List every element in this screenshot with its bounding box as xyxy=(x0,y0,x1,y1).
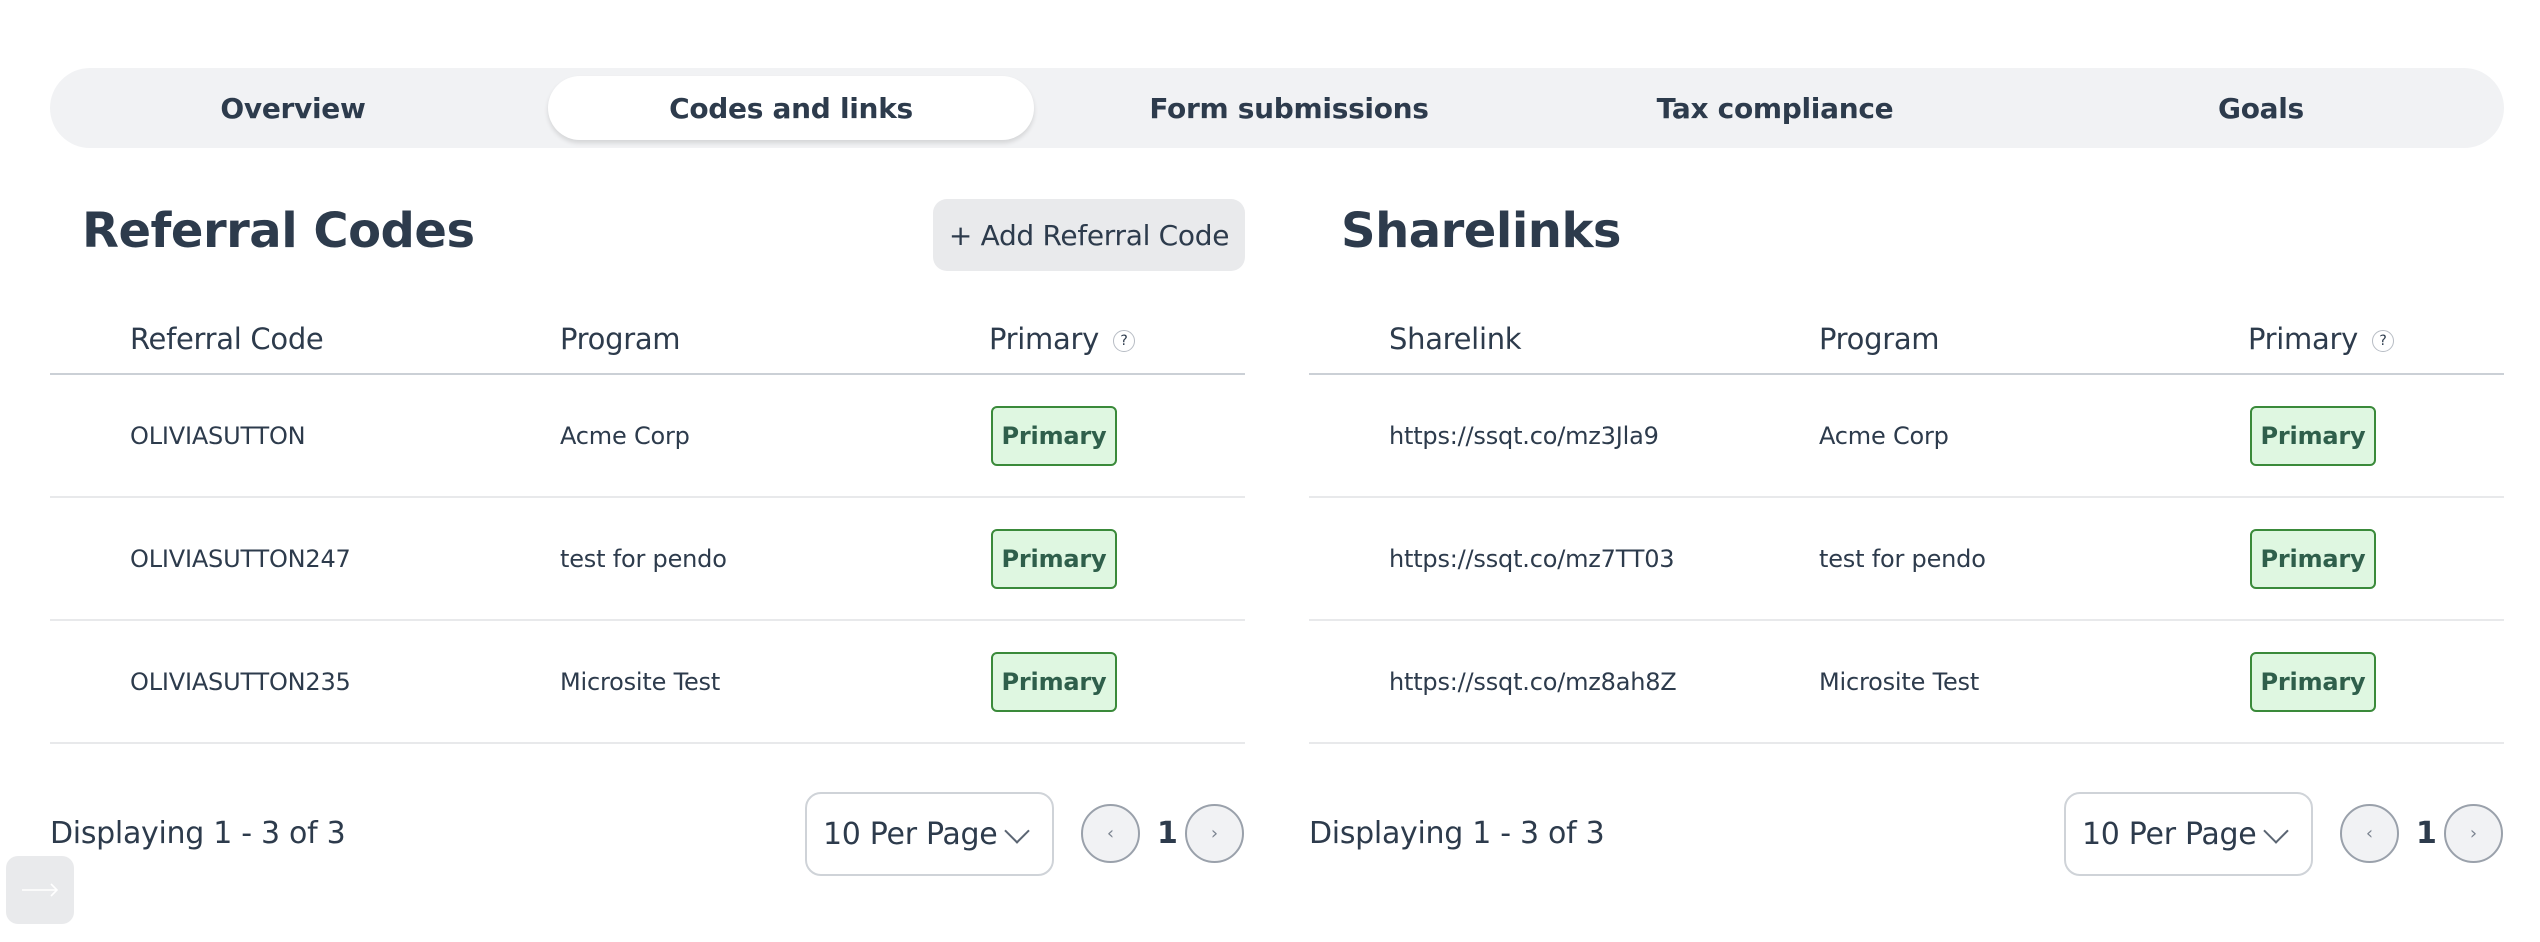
sharelink-cell[interactable]: https://ssqt.co/mz3Jla9 xyxy=(1309,374,1819,498)
displaying-count: Displaying 1 - 3 of 3 xyxy=(50,816,346,851)
sharelinks-panel: Sharelinks Sharelink Program Primary? ht… xyxy=(1309,195,2504,882)
chevron-right-icon: › xyxy=(1210,823,1219,844)
tab-form-submissions[interactable]: Form submissions xyxy=(1046,76,1532,140)
expand-sidebar-button[interactable] xyxy=(6,856,74,924)
column-header-primary: Primary? xyxy=(2248,305,2504,375)
sharelink-cell[interactable]: https://ssqt.co/mz8ah8Z xyxy=(1309,620,1819,744)
next-page-button[interactable]: › xyxy=(1185,804,1244,863)
primary-cell: Primary xyxy=(989,374,1245,498)
arrow-right-icon xyxy=(22,883,59,897)
referral-codes-header: Referral Codes + Add Referral Code xyxy=(50,195,1245,305)
current-page: 1 xyxy=(2416,816,2437,851)
sharelinks-title: Sharelinks xyxy=(1341,203,1621,259)
program-cell: Microsite Test xyxy=(1819,620,2248,744)
primary-cell: Primary xyxy=(989,620,1245,744)
previous-page-button[interactable]: ‹ xyxy=(2340,804,2399,863)
per-page-value: 10 Per Page xyxy=(2082,816,2257,852)
program-cell: test for pendo xyxy=(1819,497,2248,621)
column-header-primary-label: Primary xyxy=(989,322,1099,356)
primary-cell: Primary xyxy=(2248,620,2504,744)
referral-code-cell: OLIVIASUTTON247 xyxy=(50,497,560,621)
tab-codes-and-links[interactable]: Codes and links xyxy=(548,76,1034,140)
sharelinks-table: Sharelink Program Primary? https://ssqt.… xyxy=(1309,305,2504,744)
help-icon[interactable]: ? xyxy=(1112,330,1135,352)
column-header-referral-code: Referral Code xyxy=(50,305,560,375)
column-header-sharelink: Sharelink xyxy=(1309,305,1819,375)
table-row: OLIVIASUTTON247 test for pendo Primary xyxy=(50,497,1245,621)
column-header-program: Program xyxy=(560,305,989,375)
primary-cell: Primary xyxy=(2248,497,2504,621)
pagination-footer: Displaying 1 - 3 of 3 10 Per Page ‹ 1 › xyxy=(1309,792,2504,882)
tab-tax-compliance[interactable]: Tax compliance xyxy=(1532,76,2018,140)
table-row: https://ssqt.co/mz3Jla9 Acme Corp Primar… xyxy=(1309,374,2504,498)
table-row: OLIVIASUTTON235 Microsite Test Primary xyxy=(50,620,1245,744)
help-icon[interactable]: ? xyxy=(2371,330,2394,352)
sharelink-cell[interactable]: https://ssqt.co/mz7TT03 xyxy=(1309,497,1819,621)
primary-badge: Primary xyxy=(991,405,1117,466)
add-referral-code-button[interactable]: + Add Referral Code xyxy=(933,199,1245,271)
referral-code-cell: OLIVIASUTTON235 xyxy=(50,620,560,744)
program-cell: Microsite Test xyxy=(560,620,989,744)
chevron-right-icon: › xyxy=(2469,823,2478,844)
program-cell: test for pendo xyxy=(560,497,989,621)
primary-badge: Primary xyxy=(2250,651,2376,712)
pagination-footer: Displaying 1 - 3 of 3 10 Per Page ‹ 1 › xyxy=(50,792,1245,882)
current-page: 1 xyxy=(1157,816,1178,851)
table-row: https://ssqt.co/mz8ah8Z Microsite Test P… xyxy=(1309,620,2504,744)
primary-cell: Primary xyxy=(2248,374,2504,498)
column-header-primary: Primary? xyxy=(989,305,1245,375)
tab-bar: Overview Codes and links Form submission… xyxy=(50,68,2504,148)
referral-code-cell: OLIVIASUTTON xyxy=(50,374,560,498)
previous-page-button[interactable]: ‹ xyxy=(1081,804,1140,863)
primary-badge: Primary xyxy=(2250,528,2376,589)
primary-cell: Primary xyxy=(989,497,1245,621)
table-row: OLIVIASUTTON Acme Corp Primary xyxy=(50,374,1245,498)
program-cell: Acme Corp xyxy=(560,374,989,498)
column-header-primary-label: Primary xyxy=(2248,322,2358,356)
table-header-row: Sharelink Program Primary? xyxy=(1309,305,2504,375)
per-page-value: 10 Per Page xyxy=(823,816,998,852)
sharelinks-header: Sharelinks xyxy=(1309,195,2504,305)
per-page-select[interactable]: 10 Per Page xyxy=(805,792,1054,876)
next-page-button[interactable]: › xyxy=(2444,804,2503,863)
program-cell: Acme Corp xyxy=(1819,374,2248,498)
chevron-down-icon xyxy=(2263,818,2289,844)
referral-codes-title: Referral Codes xyxy=(82,203,475,259)
table-header-row: Referral Code Program Primary? xyxy=(50,305,1245,375)
tab-overview[interactable]: Overview xyxy=(50,76,536,140)
primary-badge: Primary xyxy=(2250,405,2376,466)
column-header-program: Program xyxy=(1819,305,2248,375)
displaying-count: Displaying 1 - 3 of 3 xyxy=(1309,816,1605,851)
primary-badge: Primary xyxy=(991,651,1117,712)
referral-codes-table: Referral Code Program Primary? OLIVIASUT… xyxy=(50,305,1245,744)
table-row: https://ssqt.co/mz7TT03 test for pendo P… xyxy=(1309,497,2504,621)
primary-badge: Primary xyxy=(991,528,1117,589)
tab-goals[interactable]: Goals xyxy=(2018,76,2504,140)
chevron-down-icon xyxy=(1004,818,1030,844)
per-page-select[interactable]: 10 Per Page xyxy=(2064,792,2313,876)
referral-codes-panel: Referral Codes + Add Referral Code Refer… xyxy=(50,195,1245,882)
chevron-left-icon: ‹ xyxy=(1106,823,1115,844)
chevron-left-icon: ‹ xyxy=(2365,823,2374,844)
